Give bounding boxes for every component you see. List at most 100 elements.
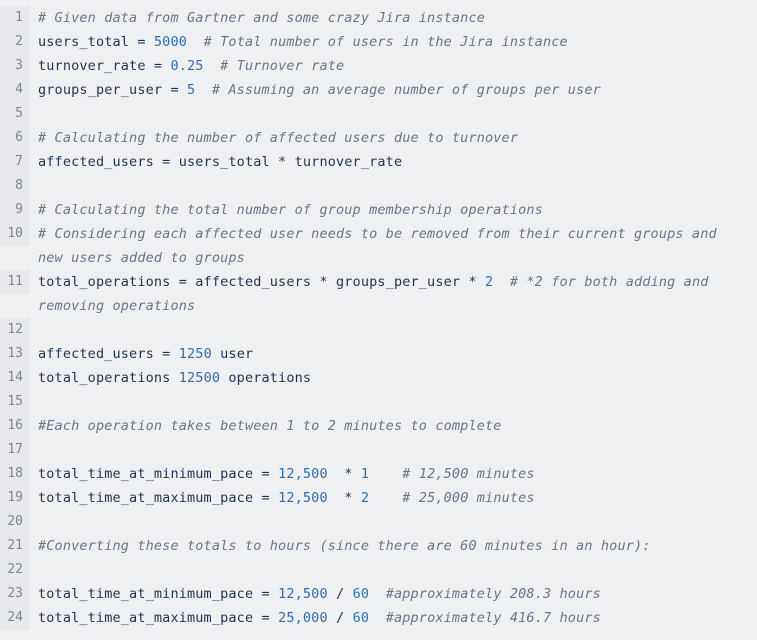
code-token-comment: #Each operation takes between 1 to 2 min…	[38, 418, 502, 434]
code-token-plain: turnover_rate =	[38, 58, 171, 74]
code-line-content[interactable]	[29, 438, 757, 462]
code-token-plain: total_operations = affected_users * grou…	[38, 274, 485, 290]
code-editor-pane[interactable]: 1 # Given data from Gartner and some craz…	[0, 0, 757, 640]
code-line[interactable]: 8	[0, 174, 757, 198]
code-line-content[interactable]: # Considering each affected user needs t…	[29, 222, 757, 270]
code-token-comment: # Considering each affected user needs t…	[38, 226, 726, 266]
code-line[interactable]: 16 #Each operation takes between 1 to 2 m…	[0, 414, 757, 438]
code-token-num: 12500	[178, 370, 221, 386]
code-line[interactable]: 17	[0, 438, 757, 462]
code-token-plain: /	[327, 586, 353, 602]
line-number: 3	[0, 54, 29, 78]
code-token-num: 1	[360, 466, 370, 482]
code-token-plain: groups_per_user =	[38, 82, 187, 98]
code-line[interactable]: 6 # Calculating the number of affected us…	[0, 126, 757, 150]
code-token-plain: total_operations	[38, 370, 179, 386]
code-token-num: 1250	[178, 346, 212, 362]
code-token-comment: # Assuming an average number of groups p…	[211, 82, 601, 98]
code-line[interactable]: 23 total_time_at_minimum_pace = 12,500 / …	[0, 582, 757, 606]
code-line[interactable]: 24 total_time_at_maximum_pace = 25,000 / …	[0, 606, 757, 630]
code-line[interactable]: 9 # Calculating the total number of group…	[0, 198, 757, 222]
code-token-comment: # 25,000 minutes	[402, 490, 535, 506]
code-token-num: 25,000	[278, 610, 328, 626]
code-token-plain: total_time_at_minimum_pace =	[38, 586, 279, 602]
line-number: 1	[0, 6, 29, 30]
code-line-content[interactable]: #Each operation takes between 1 to 2 min…	[29, 414, 757, 438]
code-token-plain: total_time_at_maximum_pace =	[38, 490, 279, 506]
code-line[interactable]: 12	[0, 318, 757, 342]
code-line-content[interactable]: total_time_at_minimum_pace = 12,500 * 1 …	[29, 462, 757, 486]
code-token-plain: /	[327, 610, 353, 626]
code-line-content[interactable]	[29, 102, 757, 126]
code-line[interactable]: 7 affected_users = users_total * turnover…	[0, 150, 757, 174]
code-line[interactable]: 13 affected_users = 1250 user	[0, 342, 757, 366]
code-line[interactable]: 19 total_time_at_maximum_pace = 12,500 * …	[0, 486, 757, 510]
line-number: 22	[0, 558, 29, 582]
code-line-content[interactable]: total_time_at_minimum_pace = 12,500 / 60…	[29, 582, 757, 606]
code-line[interactable]: 15	[0, 390, 757, 414]
code-line[interactable]: 4 groups_per_user = 5 # Assuming an avera…	[0, 78, 757, 102]
code-token-comment: # Calculating the number of affected use…	[38, 130, 519, 146]
line-number: 11	[0, 270, 29, 294]
code-token-num: 12,500	[278, 586, 328, 602]
code-line-content[interactable]: total_time_at_maximum_pace = 12,500 * 2 …	[29, 486, 757, 510]
code-line[interactable]: 10 # Considering each affected user needs…	[0, 222, 757, 270]
code-line-content[interactable]	[29, 510, 757, 534]
code-line[interactable]: 21 #Converting these totals to hours (sin…	[0, 534, 757, 558]
code-line-content[interactable]: total_operations 12500 operations	[29, 366, 757, 390]
line-number: 18	[0, 462, 29, 486]
code-token-comment: #approximately 208.3 hours	[385, 586, 601, 602]
code-line-content[interactable]: turnover_rate = 0.25 # Turnover rate	[29, 54, 757, 78]
code-line-content[interactable]: users_total = 5000 # Total number of use…	[29, 30, 757, 54]
code-token-comment: # Calculating the total number of group …	[38, 202, 543, 218]
code-token-comment: # Given data from Gartner and some crazy…	[38, 10, 485, 26]
code-token-plain: user	[211, 346, 254, 362]
code-line[interactable]: 2 users_total = 5000 # Total number of us…	[0, 30, 757, 54]
code-token-plain: total_time_at_minimum_pace =	[38, 466, 279, 482]
line-number: 9	[0, 198, 29, 222]
line-number: 2	[0, 30, 29, 54]
line-number: 24	[0, 606, 29, 630]
code-token-comment: #approximately 416.7 hours	[385, 610, 601, 626]
code-line-content[interactable]: total_time_at_maximum_pace = 25,000 / 60…	[29, 606, 757, 630]
code-line[interactable]: 20	[0, 510, 757, 534]
code-line[interactable]: 18 total_time_at_minimum_pace = 12,500 * …	[0, 462, 757, 486]
code-line-content[interactable]: affected_users = 1250 user	[29, 342, 757, 366]
code-line-content[interactable]	[29, 558, 757, 582]
line-number: 8	[0, 174, 29, 198]
code-line[interactable]: 3 turnover_rate = 0.25 # Turnover rate	[0, 54, 757, 78]
code-line[interactable]: 5	[0, 102, 757, 126]
code-line-content[interactable]	[29, 318, 757, 342]
code-line[interactable]: 22	[0, 558, 757, 582]
code-token-num: 60	[352, 586, 370, 602]
code-line-content[interactable]: groups_per_user = 5 # Assuming an averag…	[29, 78, 757, 102]
line-number: 14	[0, 366, 29, 390]
line-number: 16	[0, 414, 29, 438]
code-line[interactable]: 14 total_operations 12500 operations	[0, 366, 757, 390]
line-number: 4	[0, 78, 29, 102]
code-line-content[interactable]: # Calculating the total number of group …	[29, 198, 757, 222]
code-line-content[interactable]: # Calculating the number of affected use…	[29, 126, 757, 150]
code-line-content[interactable]: affected_users = users_total * turnover_…	[29, 150, 757, 174]
code-line[interactable]: 11 total_operations = affected_users * gr…	[0, 270, 757, 318]
code-token-num: 60	[352, 610, 370, 626]
code-token-num: 12,500	[278, 466, 328, 482]
code-line[interactable]: 1 # Given data from Gartner and some craz…	[0, 6, 757, 30]
code-line-content[interactable]	[29, 174, 757, 198]
code-line-content[interactable]: # Given data from Gartner and some crazy…	[29, 6, 757, 30]
code-token-num: 12,500	[278, 490, 328, 506]
code-token-num: 0.25	[170, 58, 204, 74]
line-number: 17	[0, 438, 29, 462]
line-number: 5	[0, 102, 29, 126]
code-line-content[interactable]: total_operations = affected_users * grou…	[29, 270, 757, 318]
code-line-content[interactable]: #Converting these totals to hours (since…	[29, 534, 757, 558]
code-token-plain: operations	[220, 370, 312, 386]
line-number: 6	[0, 126, 29, 150]
code-line-content[interactable]	[29, 390, 757, 414]
